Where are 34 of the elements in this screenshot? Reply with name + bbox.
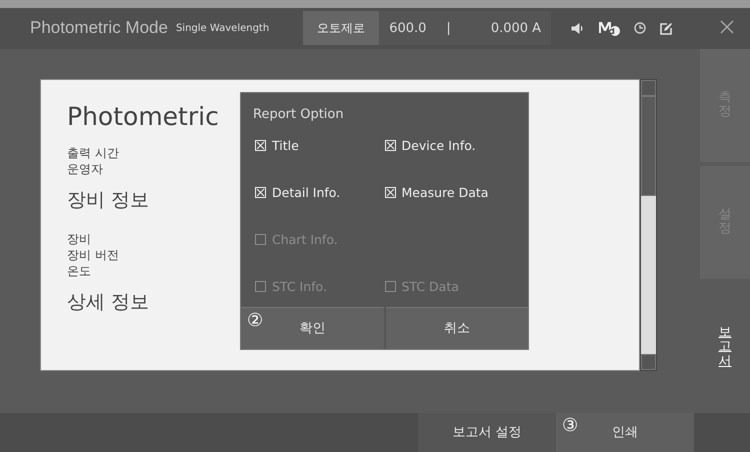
report-title: Photometric [67,102,219,131]
cross-mark-icon [386,141,394,150]
mode-title: Photometric Mode [30,18,168,38]
cross-mark-icon [256,188,265,198]
footer-button[interactable]: 보고서 설정 [418,412,556,452]
mode-subtitle: Single Wavelength [176,22,270,34]
cross-mark-icon [256,141,265,150]
step-number: ② [247,310,264,331]
dialog-title: Report Option [252,106,345,124]
wavelength-reading: 600.0 [379,11,436,46]
section-heading: 장비 정보 [67,188,150,213]
separator: | [436,11,461,46]
step-number: ③ [562,414,578,436]
footer-button[interactable]: ③ 인쇄 [556,412,694,452]
clock-icon[interactable] [634,22,646,34]
field-label: 장비 버전 [67,246,119,263]
option-checkbox[interactable]: Detail Info. [255,182,384,203]
edit-icon[interactable] [660,22,674,35]
section-heading: 상세 정보 [67,290,150,315]
option-checkbox[interactable]: Device Info. [384,136,514,156]
field-label: 장비 [67,230,91,247]
mb-logo-icon[interactable] [598,20,620,36]
dialog-button[interactable]: ② 확인 [241,306,384,349]
speaker-icon[interactable] [571,22,584,34]
option-checkbox[interactable]: Measure Data [384,182,514,203]
field-label: 운영자 [67,160,103,177]
field-label: 출력 시간 [67,144,119,161]
field-label: 온도 [67,262,91,279]
scrollbar[interactable] [640,78,657,371]
autozero-button[interactable]: 오토제로 [303,11,380,46]
cross-mark-icon [386,188,394,198]
dialog-button[interactable]: 취소 [386,306,528,349]
absorbance-reading: 0.000 A [460,11,552,46]
option-checkbox[interactable]: Title [255,136,384,156]
